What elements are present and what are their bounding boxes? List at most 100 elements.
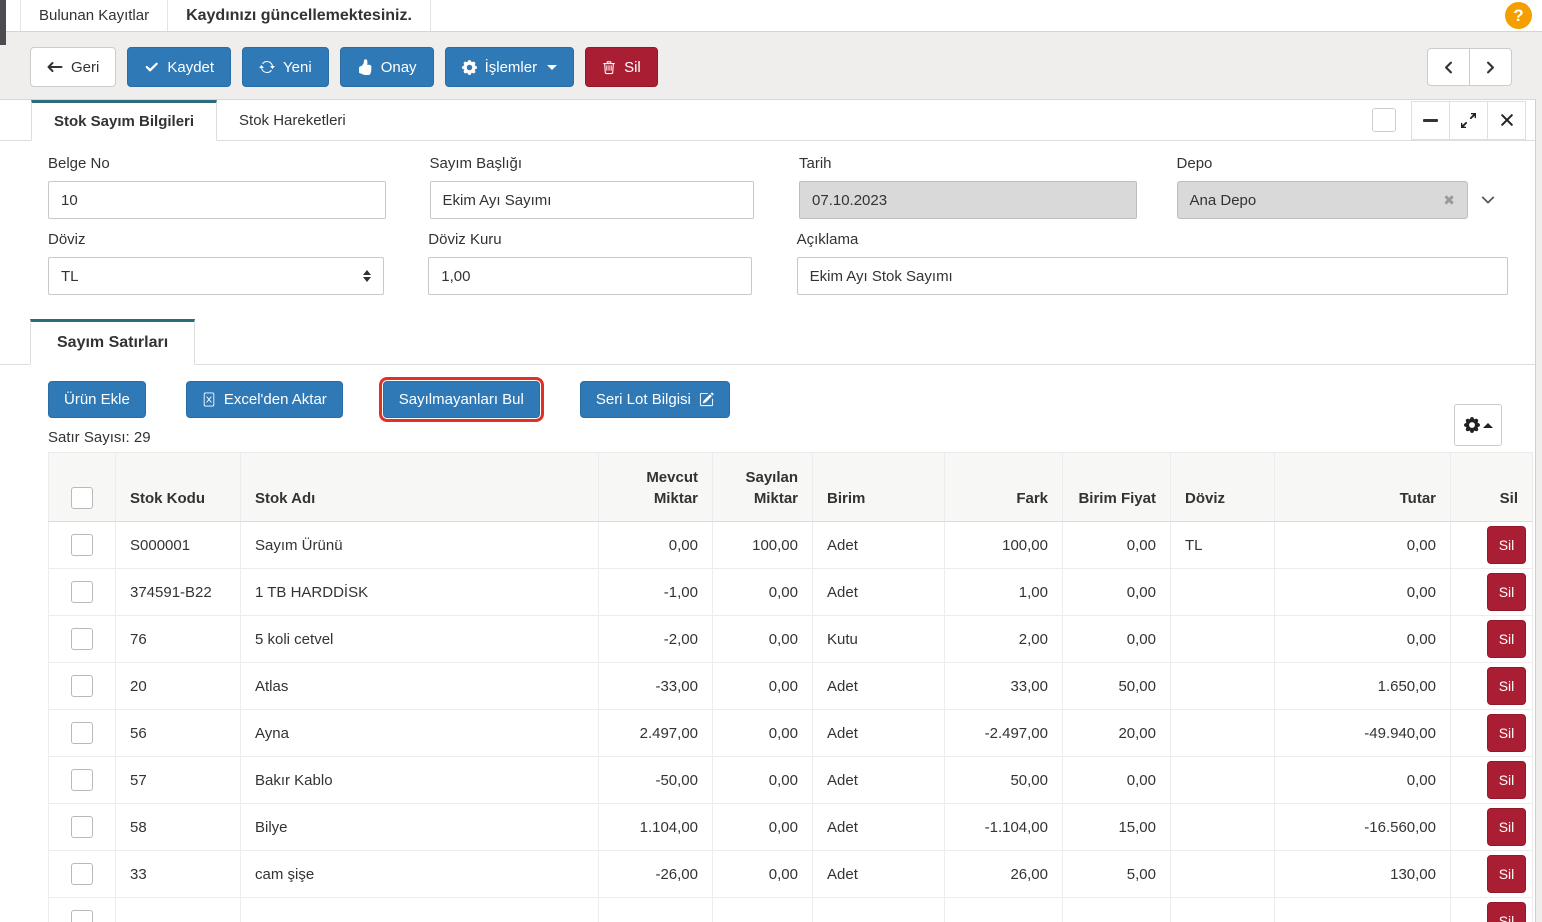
select-all-checkbox[interactable] [71, 487, 93, 509]
depo-select[interactable]: Ana Depo ✖ [1177, 181, 1469, 219]
new-button[interactable]: Yeni [242, 47, 329, 87]
table-body: S000001 Sayım Ürünü 0,00 100,00 Adet 100… [49, 522, 1533, 922]
approve-button[interactable]: Onay [340, 47, 434, 87]
belge-no-input[interactable]: 10 [48, 181, 386, 219]
serial-lot-button-label: Seri Lot Bilgisi [596, 391, 691, 408]
lines-tabbar: Sayım Satırları [0, 319, 1535, 365]
header-mevcut-miktar[interactable]: Mevcut Miktar [599, 453, 713, 522]
field-doviz-kuru: Döviz Kuru 1,00 [428, 219, 751, 295]
row-checkbox[interactable] [71, 910, 93, 922]
row-delete-button[interactable]: Sil [1487, 526, 1526, 564]
doviz-select[interactable]: TL [48, 257, 384, 295]
panel-checkbox[interactable] [1372, 108, 1396, 132]
stepper-arrows-icon [363, 270, 371, 282]
header-sayilan-miktar[interactable]: Sayılan Miktar [713, 453, 813, 522]
row-checkbox[interactable] [71, 675, 93, 697]
row-delete-button[interactable]: Sil [1487, 667, 1526, 705]
field-belge-no: Belge No 10 [48, 143, 386, 219]
close-button[interactable] [1487, 101, 1526, 140]
doviz-kuru-input[interactable]: 1,00 [428, 257, 751, 295]
row-delete-button[interactable]: Sil [1487, 902, 1526, 922]
header-birim[interactable]: Birim [813, 453, 945, 522]
table-row: 374591-B22 1 TB HARDDİSK -1,00 0,00 Adet… [49, 569, 1533, 616]
row-checkbox[interactable] [71, 863, 93, 885]
depo-dropdown-button[interactable] [1468, 181, 1508, 219]
row-checkbox[interactable] [71, 581, 93, 603]
caret-up-icon [1483, 423, 1493, 428]
tarih-label: Tarih [799, 155, 1137, 172]
serial-lot-button[interactable]: Seri Lot Bilgisi [580, 381, 730, 418]
row-checkbox[interactable] [71, 534, 93, 556]
tab-stok-sayim-bilgileri[interactable]: Stok Sayım Bilgileri [31, 100, 217, 141]
row-checkbox[interactable] [71, 628, 93, 650]
stock-count-panel: Stok Sayım Bilgileri Stok Hareketleri [0, 99, 1536, 922]
cell-sayilan-miktar: 0,00 [713, 569, 813, 616]
actions-dropdown-button[interactable]: İşlemler [445, 47, 575, 87]
previous-record-button[interactable] [1427, 48, 1470, 86]
cell-sil: Sil [1451, 804, 1533, 851]
excel-import-button[interactable]: Excel'den Aktar [186, 381, 343, 418]
cell-birim-fiyat: 20,00 [1063, 710, 1171, 757]
row-checkbox[interactable] [71, 722, 93, 744]
delete-record-button[interactable]: Sil [585, 47, 658, 87]
tab-found-records-label: Bulunan Kayıtlar [39, 7, 149, 24]
cell-birim: Adet [813, 663, 945, 710]
caret-down-icon [547, 65, 557, 70]
row-delete-button[interactable]: Sil [1487, 620, 1526, 658]
help-icon[interactable]: ? [1505, 2, 1532, 29]
header-birim-fiyat[interactable]: Birim Fiyat [1063, 453, 1171, 522]
minimize-button[interactable] [1411, 101, 1450, 140]
row-delete-button[interactable]: Sil [1487, 761, 1526, 799]
back-button[interactable]: Geri [30, 47, 116, 87]
depo-clear-icon[interactable]: ✖ [1443, 192, 1455, 209]
row-checkbox[interactable] [71, 769, 93, 791]
row-delete-button[interactable]: Sil [1487, 855, 1526, 893]
cell-stok-adi: cam şişe [241, 851, 599, 898]
cell-fark [945, 898, 1063, 922]
find-uncounted-button[interactable]: Sayılmayanları Bul [383, 381, 540, 418]
cell-sil: Sil [1451, 851, 1533, 898]
cell-tutar: -16.560,00 [1275, 804, 1451, 851]
cell-tutar [1275, 898, 1451, 922]
table-row: 20 Atlas -33,00 0,00 Adet 33,00 50,00 1.… [49, 663, 1533, 710]
maximize-button[interactable] [1449, 101, 1488, 140]
cell-stok-adi: 5 koli cetvel [241, 616, 599, 663]
cell-birim-fiyat: 0,00 [1063, 757, 1171, 804]
doviz-select-value: TL [61, 268, 79, 285]
row-select-cell [49, 757, 116, 804]
row-checkbox[interactable] [71, 816, 93, 838]
aciklama-input[interactable]: Ekim Ayı Stok Sayımı [797, 257, 1508, 295]
cell-doviz [1171, 851, 1275, 898]
gear-icon [1464, 417, 1480, 433]
tarih-input[interactable]: 07.10.2023 [799, 181, 1137, 219]
cell-stok-kodu: S000001 [116, 522, 241, 569]
next-record-button[interactable] [1469, 48, 1512, 86]
header-tutar[interactable]: Tutar [1275, 453, 1451, 522]
left-edge-panel-sliver [0, 0, 6, 45]
table-settings-button[interactable] [1454, 404, 1502, 446]
row-delete-button[interactable]: Sil [1487, 808, 1526, 846]
header-stok-kodu[interactable]: Stok Kodu [116, 453, 241, 522]
header-sil: Sil [1451, 453, 1533, 522]
tab-updating-record[interactable]: Kaydınızı güncellemektesiniz. [168, 0, 431, 31]
sayim-basligi-input[interactable]: Ekim Ayı Sayımı [430, 181, 755, 219]
row-delete-button[interactable]: Sil [1487, 714, 1526, 752]
header-stok-adi[interactable]: Stok Adı [241, 453, 599, 522]
tab-stok-hareketleri[interactable]: Stok Hareketleri [217, 100, 368, 140]
tab-found-records[interactable]: Bulunan Kayıtlar [20, 0, 168, 31]
cell-stok-kodu [116, 898, 241, 922]
main-tabbar: Stok Sayım Bilgileri Stok Hareketleri [0, 100, 1535, 141]
cell-birim-fiyat: 0,00 [1063, 569, 1171, 616]
tab-sayim-satirlari[interactable]: Sayım Satırları [30, 319, 195, 365]
field-aciklama: Açıklama Ekim Ayı Stok Sayımı [797, 219, 1508, 295]
cell-birim-fiyat: 50,00 [1063, 663, 1171, 710]
new-button-label: Yeni [283, 59, 312, 76]
save-button[interactable]: Kaydet [127, 47, 231, 87]
cell-mevcut-miktar: -33,00 [599, 663, 713, 710]
row-delete-button[interactable]: Sil [1487, 573, 1526, 611]
cell-doviz [1171, 616, 1275, 663]
header-fark[interactable]: Fark [945, 453, 1063, 522]
header-doviz[interactable]: Döviz [1171, 453, 1275, 522]
refresh-icon [259, 59, 275, 75]
record-nav-group [1427, 48, 1512, 86]
